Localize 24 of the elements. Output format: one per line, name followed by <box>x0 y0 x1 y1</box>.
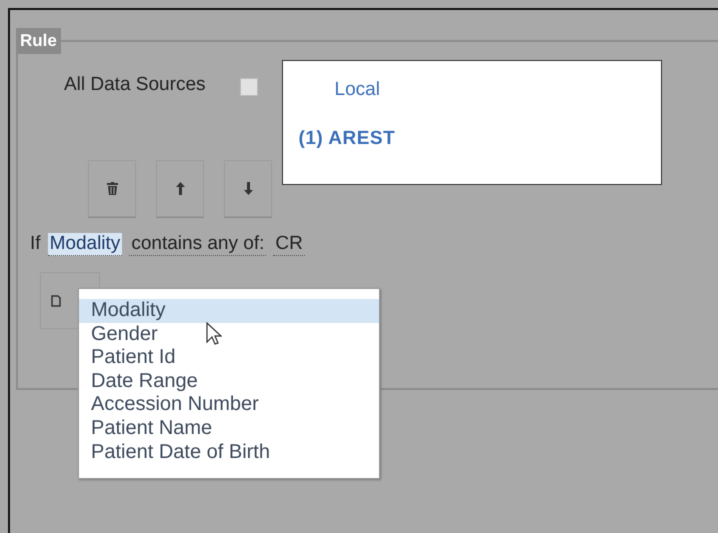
dropdown-option[interactable]: Patient Date of Birth <box>79 440 379 464</box>
up-arrow-icon <box>176 182 184 195</box>
dropdown-option[interactable]: Patient Id <box>79 346 379 370</box>
condition-prefix: If <box>30 233 41 255</box>
delete-button[interactable] <box>88 160 136 217</box>
panel-legend: Rule <box>16 28 61 54</box>
dropdown-option[interactable]: Gender <box>79 322 379 346</box>
move-down-button[interactable] <box>224 160 272 217</box>
all-data-sources-label: All Data Sources <box>64 74 206 96</box>
all-data-sources-checkbox[interactable] <box>240 78 258 96</box>
trash-icon <box>106 182 118 195</box>
down-arrow-icon <box>244 182 252 195</box>
mouse-pointer-icon <box>206 322 222 346</box>
operator-selector[interactable]: contains any of: <box>129 233 266 256</box>
dropdown-option[interactable]: Accession Number <box>79 393 379 417</box>
data-source-item[interactable]: Local <box>298 79 661 101</box>
value-selector[interactable]: CR <box>273 233 305 256</box>
document-icon <box>51 294 61 306</box>
dropdown-option[interactable]: Date Range <box>79 370 379 394</box>
move-up-button[interactable] <box>156 160 204 217</box>
data-source-item[interactable]: (1) AREST <box>298 128 661 150</box>
dropdown-option[interactable]: Modality <box>79 299 379 323</box>
field-selector[interactable]: Modality <box>48 233 122 256</box>
dropdown-option[interactable]: Patient Name <box>79 416 379 441</box>
